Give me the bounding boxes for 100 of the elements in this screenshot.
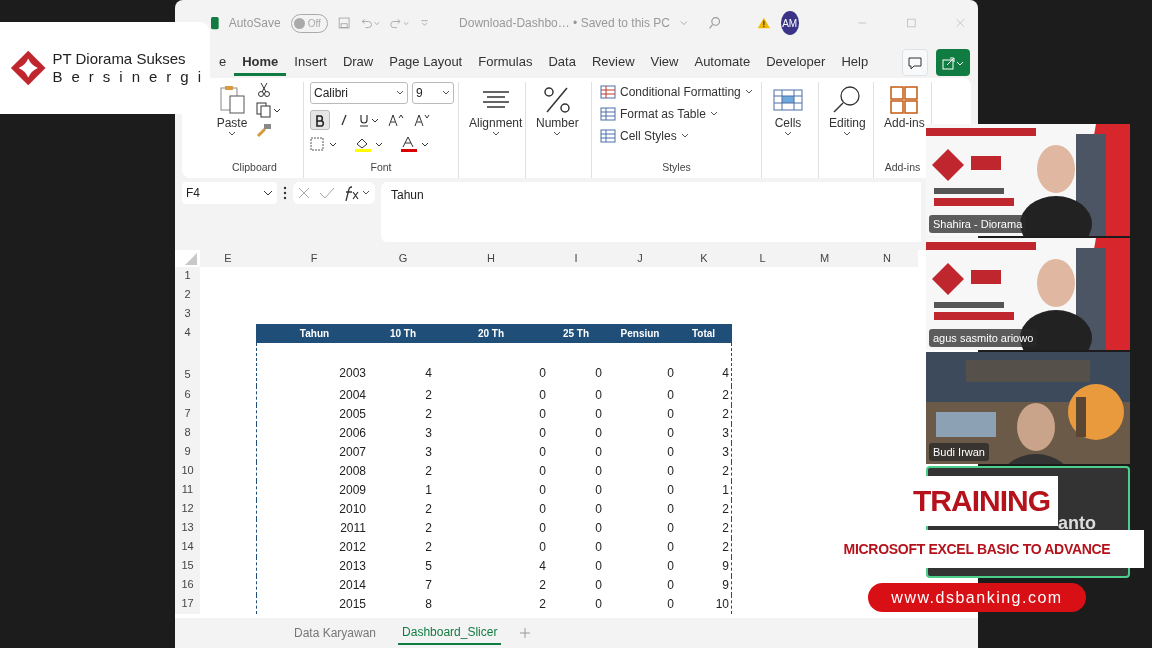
column-header[interactable]: M: [793, 250, 856, 267]
row-header[interactable]: 17: [175, 595, 200, 614]
group-label: Clipboard: [231, 160, 278, 175]
checkmark-icon[interactable]: [319, 186, 335, 200]
table-cell: 2015: [256, 595, 372, 614]
share-button[interactable]: [936, 48, 970, 76]
table-cell-text: 0: [666, 558, 675, 575]
scissors-icon[interactable]: [256, 82, 272, 98]
table-cell: 2007: [256, 443, 372, 462]
ribbon-tab[interactable]: Page Layout: [381, 48, 471, 76]
table-cell-text: 0: [538, 406, 547, 423]
increase-font-icon[interactable]: [388, 112, 406, 127]
ribbon-tab[interactable]: Automate: [686, 48, 759, 76]
ribbon-tab[interactable]: Insert: [286, 48, 335, 76]
row-header[interactable]: 11: [175, 481, 200, 500]
table-header-cell: Tahun: [256, 324, 372, 343]
spreadsheet-app-icon[interactable]: [211, 14, 219, 32]
ribbon-tab[interactable]: Data: [540, 48, 584, 76]
row-header[interactable]: 5: [175, 343, 200, 386]
row-header[interactable]: 8: [175, 424, 200, 443]
table-cell: 2008: [256, 462, 372, 481]
row-header[interactable]: 6: [175, 386, 200, 405]
row-header[interactable]: 15: [175, 557, 200, 576]
table-header-cell: 10 Th: [372, 324, 434, 343]
font-color-icon[interactable]: [400, 135, 430, 152]
styles-button[interactable]: Format as Table: [598, 104, 720, 124]
row-header[interactable]: 16: [175, 576, 200, 595]
table-cell-text: 0: [666, 444, 675, 461]
row-header[interactable]: 12: [175, 500, 200, 519]
diamond-logo-icon: [10, 49, 47, 87]
table-cell-text: 0: [594, 520, 603, 537]
ribbon-tab[interactable]: e: [211, 48, 235, 76]
ribbon-tab[interactable]: Formulas: [470, 48, 541, 76]
table-cell-text: 0: [666, 482, 675, 499]
font-name-dropdown[interactable]: Calibri: [310, 82, 408, 104]
underline-icon[interactable]: [358, 112, 380, 127]
styles-button[interactable]: Cell Styles: [598, 126, 691, 146]
ribbon-tab[interactable]: Developer: [758, 48, 834, 76]
decrease-font-icon[interactable]: [414, 112, 432, 127]
alignment-button[interactable]: Alignment: [465, 82, 527, 139]
warning-icon[interactable]: [756, 15, 771, 31]
row-header[interactable]: 14: [175, 538, 200, 557]
formula-field[interactable]: Tahun: [381, 182, 921, 242]
cells-button[interactable]: Cells: [768, 82, 808, 139]
row-header[interactable]: 13: [175, 519, 200, 538]
caret-icon: [744, 89, 753, 95]
caret-icon: [396, 90, 404, 96]
row-header[interactable]: 10: [175, 462, 200, 481]
comments-button[interactable]: [902, 48, 928, 76]
column-header[interactable]: N: [856, 250, 918, 267]
add-ins-button[interactable]: Add-ins: [880, 82, 929, 133]
table-cell-text: 0: [594, 482, 603, 499]
table-cell-text: 2: [424, 463, 433, 480]
row-header[interactable]: 2: [175, 286, 200, 305]
table-cell: 2009: [256, 481, 372, 500]
table-cell-text: 0: [538, 425, 547, 442]
ribbon-tab[interactable]: Review: [583, 48, 643, 76]
font-size-dropdown[interactable]: 9: [412, 82, 454, 104]
row-header[interactable]: 7: [175, 405, 200, 424]
column-header[interactable]: E: [200, 250, 256, 267]
ribbon-tab[interactable]: Home: [234, 48, 287, 76]
paintbrush-icon[interactable]: [256, 122, 272, 138]
row-header[interactable]: 9: [175, 443, 200, 462]
editing-button[interactable]: Editing: [825, 82, 870, 139]
row-header[interactable]: 3: [175, 305, 200, 324]
cancel-icon[interactable]: [297, 186, 311, 200]
column-header[interactable]: J: [604, 250, 676, 267]
table-cell-text: 0: [666, 501, 675, 518]
account-avatar[interactable]: AM: [780, 11, 799, 35]
ribbon-tab[interactable]: View: [642, 48, 687, 76]
paste-button[interactable]: Paste: [212, 82, 252, 139]
table-cell: 2003: [256, 343, 372, 386]
sheet-tab[interactable]: Data Karyawan: [290, 622, 381, 644]
function-icon[interactable]: [343, 185, 371, 201]
name-box[interactable]: F4: [182, 182, 277, 204]
column-header[interactable]: H: [434, 250, 548, 267]
column-header[interactable]: K: [676, 250, 732, 267]
table-cell-text: 0: [538, 387, 547, 404]
row-header[interactable]: 1: [175, 267, 200, 286]
styles-button[interactable]: Conditional Formatting: [598, 82, 755, 102]
column-header[interactable]: F: [256, 250, 372, 267]
column-header[interactable]: L: [732, 250, 793, 267]
table-cell-text: 0: [666, 425, 675, 442]
number-button[interactable]: Number: [532, 82, 583, 139]
add-sheet-icon[interactable]: [519, 627, 532, 639]
table-cell-text: 0: [594, 577, 603, 594]
table-format-icon: [600, 106, 616, 122]
sheet-tab[interactable]: Dashboard_Slicer: [398, 621, 502, 645]
table-cell-text: 2: [424, 406, 433, 423]
bold-button[interactable]: [310, 110, 330, 130]
table-cell-text: 8: [424, 596, 433, 613]
copy-icon[interactable]: [256, 102, 282, 118]
ribbon-tab[interactable]: Draw: [334, 48, 382, 76]
column-header[interactable]: I: [548, 250, 604, 267]
save-icon[interactable]: [337, 15, 351, 31]
borders-icon[interactable]: [310, 136, 338, 151]
column-header[interactable]: G: [372, 250, 434, 267]
row-header[interactable]: 4: [175, 324, 200, 343]
ribbon-tab[interactable]: Help: [833, 48, 877, 76]
table-cell: 2005: [256, 405, 372, 424]
